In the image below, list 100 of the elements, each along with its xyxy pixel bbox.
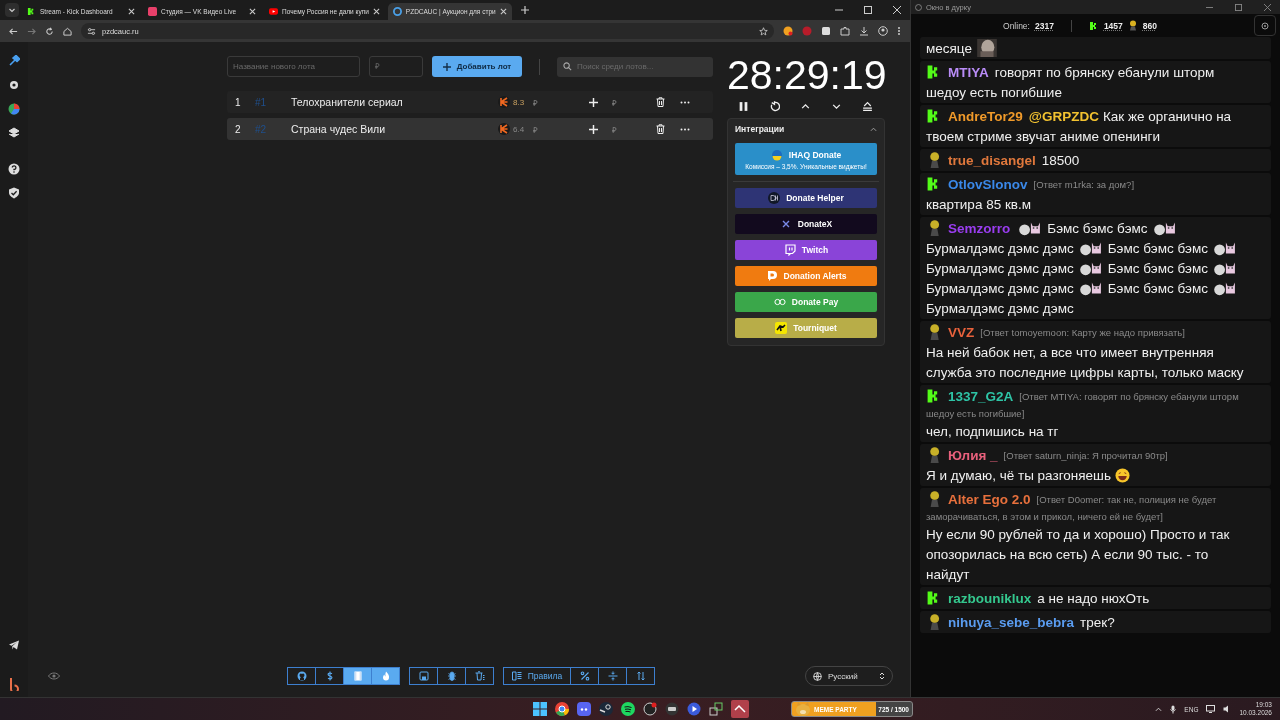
username[interactable]: razbouniklux xyxy=(948,590,1032,606)
username[interactable]: 1337_G2A xyxy=(948,388,1014,404)
reload-icon[interactable] xyxy=(45,26,54,36)
microphone-icon[interactable] xyxy=(1170,704,1177,714)
add-amount-field[interactable]: ₽ xyxy=(612,96,648,108)
maximize-icon[interactable] xyxy=(1235,3,1242,11)
add-lot-button[interactable]: Добавить лот xyxy=(432,56,522,77)
reset-icon[interactable] xyxy=(769,101,780,112)
sort-icon xyxy=(635,671,646,681)
shield-icon[interactable] xyxy=(8,187,20,199)
monogram-icon xyxy=(768,192,781,204)
maximize-icon[interactable] xyxy=(864,6,872,14)
fire-button[interactable] xyxy=(371,667,400,685)
telegram-icon[interactable] xyxy=(8,639,20,651)
trash-icon[interactable] xyxy=(656,124,665,134)
app-icon[interactable] xyxy=(709,702,723,716)
menu-icon[interactable] xyxy=(897,26,901,36)
minimize-icon[interactable] xyxy=(835,6,843,14)
more-icon[interactable] xyxy=(680,100,690,104)
kick-icon xyxy=(1088,20,1099,31)
close-icon[interactable] xyxy=(128,8,135,15)
extension-icon[interactable] xyxy=(783,26,793,36)
windows-icon[interactable] xyxy=(533,702,547,716)
mention[interactable]: @GRPZDC xyxy=(1028,108,1099,124)
username[interactable]: OtlovSlonov xyxy=(948,176,1028,192)
close-icon[interactable] xyxy=(249,8,256,15)
layers-icon[interactable] xyxy=(8,127,20,139)
pie-chart-icon[interactable] xyxy=(8,103,20,115)
username[interactable]: Semzorro xyxy=(948,220,1011,236)
price-field[interactable]: ₽ xyxy=(369,56,423,77)
username[interactable]: AndreTor29 xyxy=(948,108,1023,124)
username[interactable]: true_disangel xyxy=(948,152,1036,168)
online-label: Online: xyxy=(1003,20,1030,31)
message-text: говорят по брянску ебанули шторм xyxy=(994,64,1215,80)
integration-button[interactable]: Twitch xyxy=(735,240,877,260)
rating-icon xyxy=(498,96,510,108)
film-button[interactable] xyxy=(343,667,372,685)
spotify-icon[interactable] xyxy=(621,702,635,716)
logo-icon[interactable] xyxy=(8,677,20,691)
trash-icon[interactable] xyxy=(656,97,665,107)
add-amount-field[interactable]: ₽ xyxy=(612,123,648,135)
back-icon[interactable] xyxy=(9,26,18,36)
settings-button[interactable] xyxy=(1254,15,1276,36)
close-icon[interactable] xyxy=(893,6,901,14)
chrome-icon[interactable] xyxy=(555,702,569,716)
forward-icon[interactable] xyxy=(27,26,36,36)
language-select[interactable]: Русский xyxy=(805,666,893,686)
other-viewer-count: 860 xyxy=(1142,20,1157,31)
play-icon[interactable] xyxy=(687,702,701,716)
username[interactable]: VVZ xyxy=(948,324,975,340)
tab-list-button[interactable] xyxy=(5,3,19,17)
monitor-icon[interactable] xyxy=(1206,705,1216,713)
percent-button[interactable] xyxy=(570,667,599,685)
site-settings-icon[interactable] xyxy=(87,26,96,36)
integration-button[interactable]: DonateX xyxy=(735,214,877,234)
save-button[interactable] xyxy=(409,667,438,685)
username[interactable]: MTIYA xyxy=(948,64,989,80)
username[interactable]: Юлия _ xyxy=(948,447,998,463)
message-text: шедоу есть погибшие xyxy=(926,84,1062,100)
home-icon[interactable] xyxy=(63,26,72,36)
lot-name: Страна чудес Вили xyxy=(291,123,386,135)
add-icon[interactable] xyxy=(589,124,598,134)
chevron-up-icon[interactable] xyxy=(1155,706,1163,712)
message-text: твоем стриме звучат аниме опенинги xyxy=(926,128,1161,144)
profile-icon[interactable] xyxy=(878,26,888,36)
eye-icon[interactable] xyxy=(48,672,60,680)
star-icon[interactable] xyxy=(759,26,768,36)
lot-name-field[interactable]: Название нового лота xyxy=(227,56,360,77)
app-icon[interactable] xyxy=(643,702,657,716)
lot-row[interactable]: 1 #1 Телохранители сериал 8.3 ₽ ₽ xyxy=(227,91,713,113)
hammer-icon[interactable] xyxy=(8,55,20,67)
close-icon[interactable] xyxy=(499,8,507,15)
steam-icon[interactable] xyxy=(599,702,613,716)
sort-button[interactable] xyxy=(626,667,655,685)
lot-row[interactable]: 2 #2 Страна чудес Вили 6.4 ₽ ₽ xyxy=(227,118,713,140)
download-icon[interactable] xyxy=(859,26,869,36)
rules-button[interactable]: Правила xyxy=(503,667,571,685)
settings-icon[interactable] xyxy=(8,79,20,91)
double-chevron-up-icon[interactable] xyxy=(862,101,873,112)
github-button[interactable] xyxy=(287,667,316,685)
app-icon[interactable] xyxy=(665,702,679,716)
collapse-icon[interactable] xyxy=(870,126,877,132)
close-icon[interactable] xyxy=(372,8,380,15)
integration-button[interactable]: Donate Helper xyxy=(735,188,877,208)
split-button[interactable] xyxy=(598,667,627,685)
username[interactable]: nihuya_sebe_bebra xyxy=(948,614,1075,630)
more-icon[interactable] xyxy=(680,127,690,131)
trash-button[interactable] xyxy=(465,667,494,685)
message-text: а не надо нюхОть xyxy=(1037,590,1150,606)
message-text: Бурмалдэмс дэмс дэмс xyxy=(926,240,1074,256)
username[interactable]: Alter Ego 2.0 xyxy=(948,491,1031,507)
app-icon[interactable] xyxy=(731,700,749,718)
bug-button[interactable] xyxy=(437,667,466,685)
add-icon[interactable] xyxy=(589,97,598,107)
puzzle-icon[interactable] xyxy=(840,26,850,36)
discord-icon[interactable] xyxy=(577,702,591,716)
pause-icon[interactable] xyxy=(738,101,749,112)
new-tab-icon[interactable] xyxy=(520,6,529,14)
help-icon[interactable] xyxy=(8,163,20,175)
reply-quote: [Ответ saturn_ninja: Я прочитал 90тр] xyxy=(1003,449,1168,461)
